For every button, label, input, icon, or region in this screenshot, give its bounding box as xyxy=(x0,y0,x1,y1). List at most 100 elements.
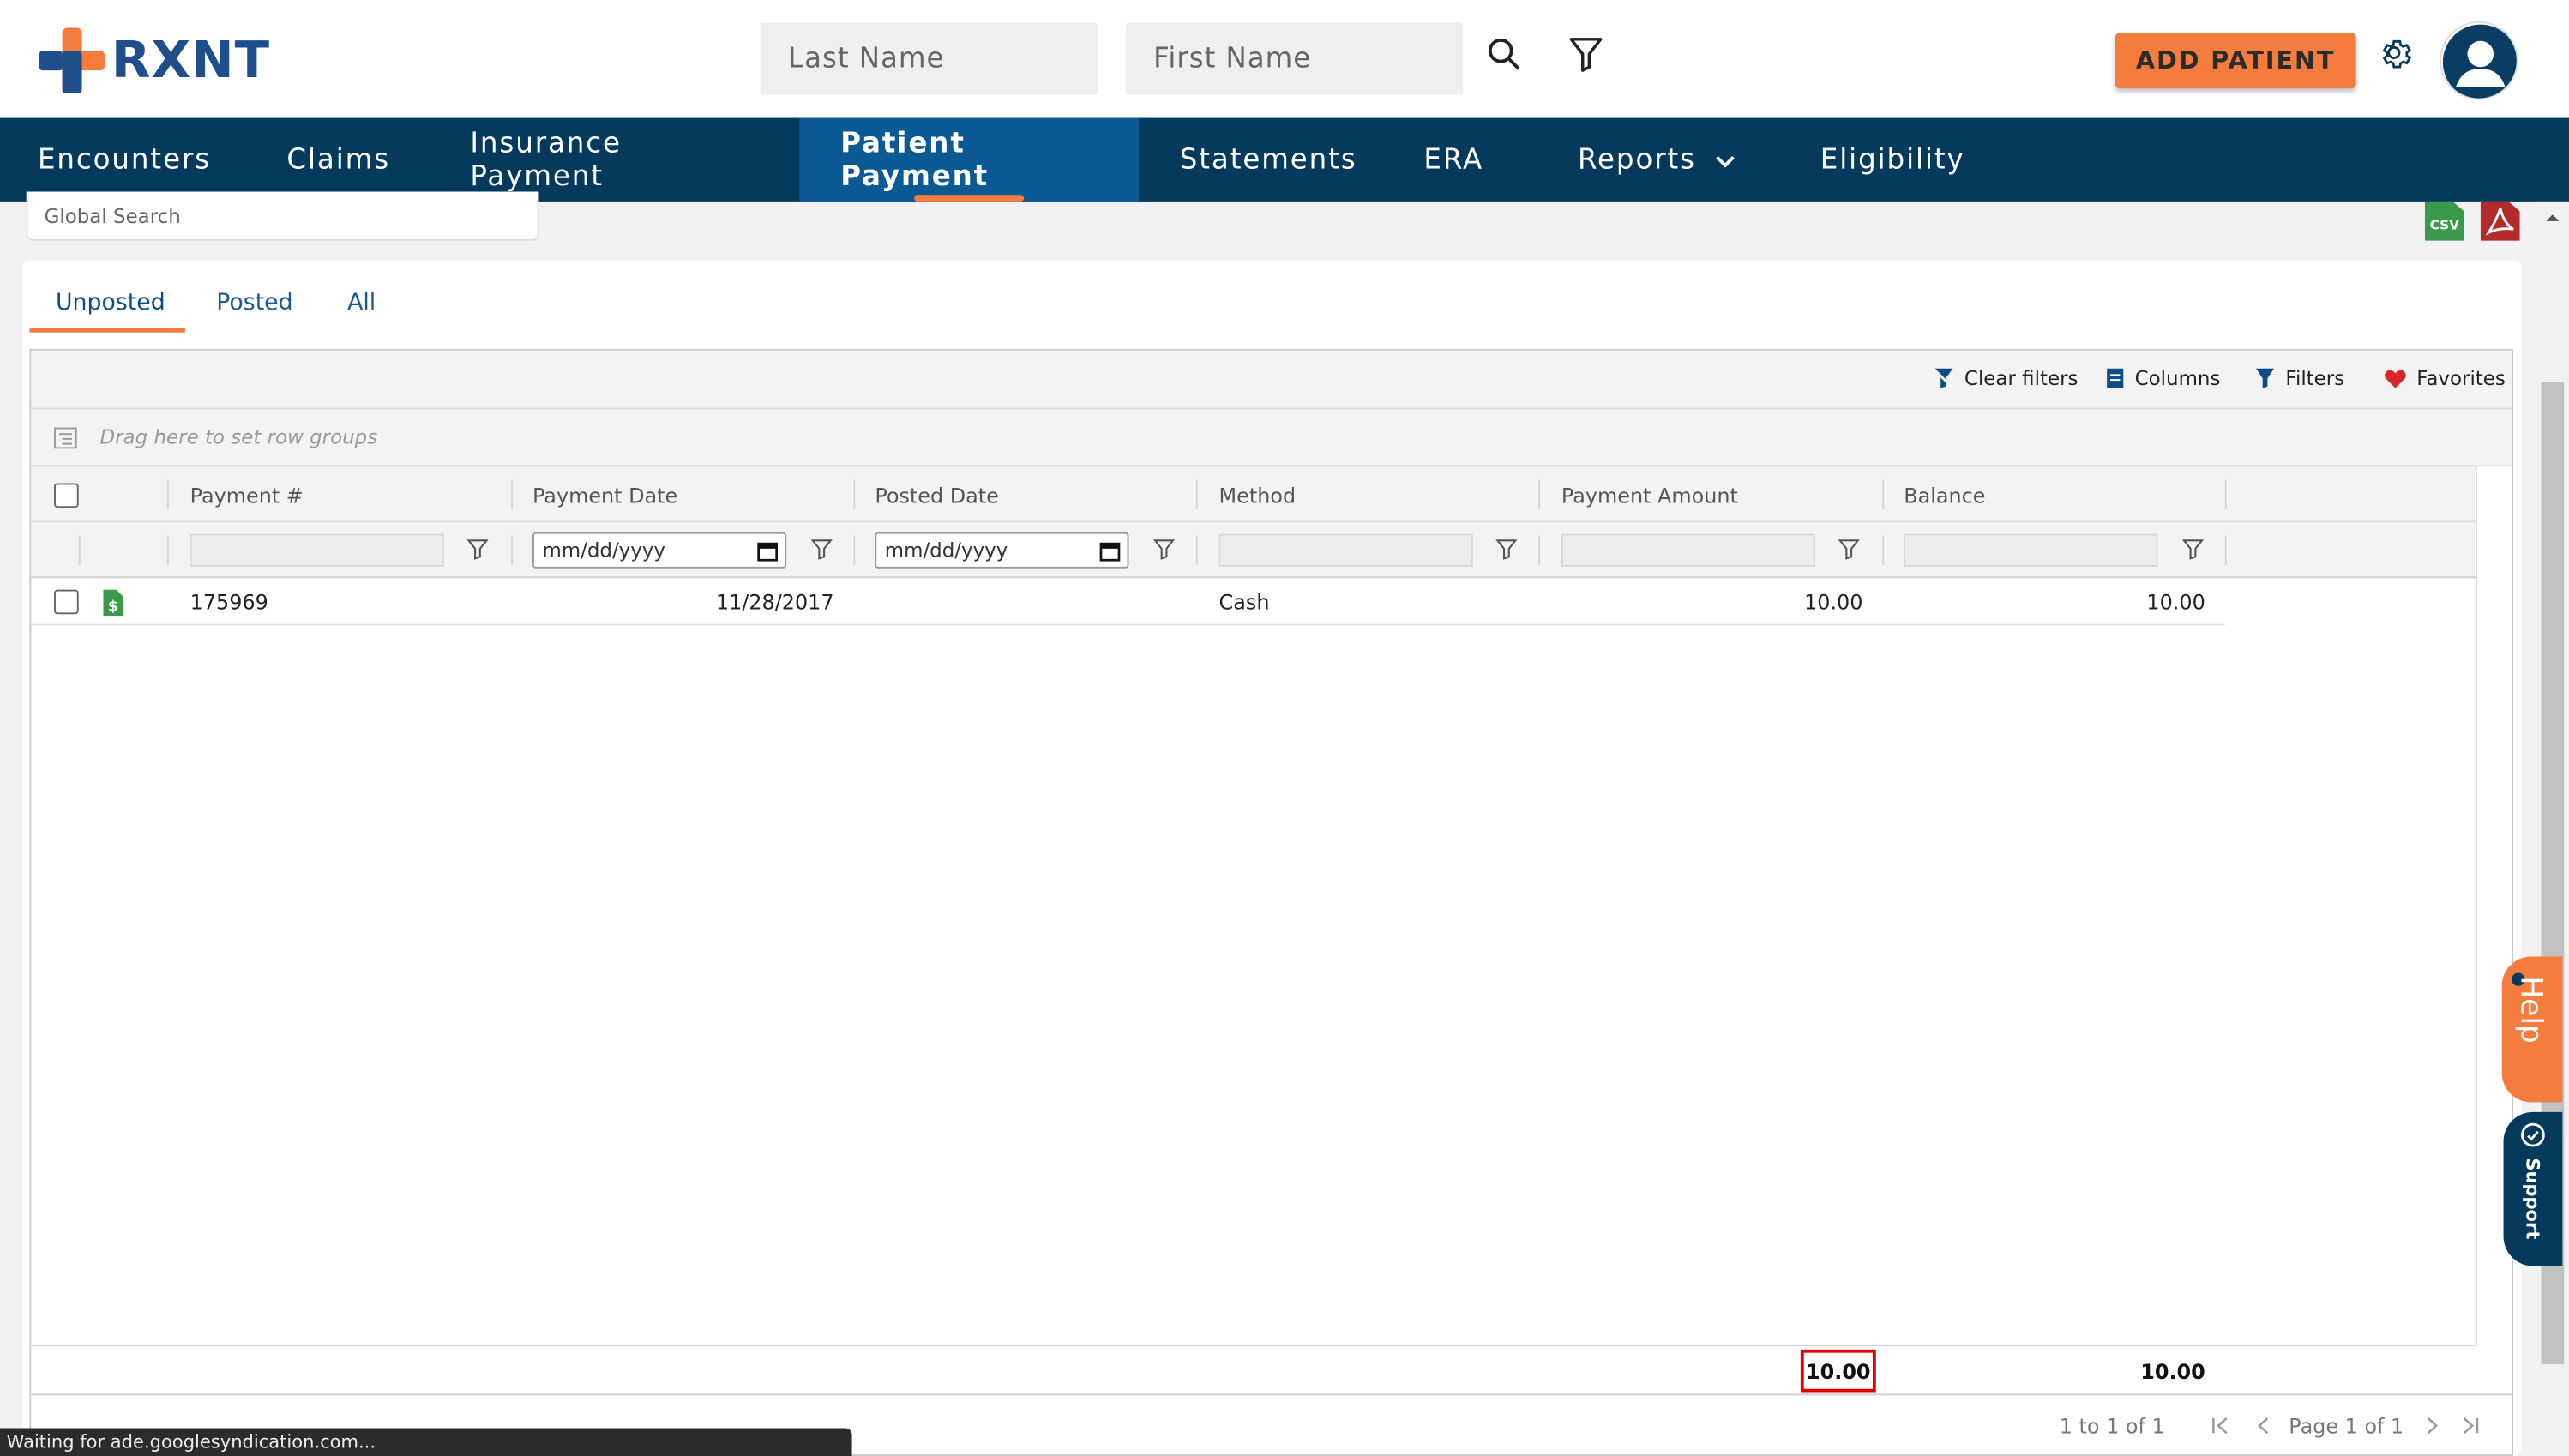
pdf-export-icon[interactable] xyxy=(2480,198,2520,241)
csv-export-icon[interactable]: CSV xyxy=(2424,198,2464,241)
heart-icon xyxy=(2385,369,2406,388)
column-separator xyxy=(166,479,169,510)
last-page-icon[interactable] xyxy=(2461,1417,2481,1435)
nav-label: Eligibility xyxy=(1820,143,1965,177)
nav-claims[interactable]: Claims xyxy=(246,118,430,202)
first-name-input[interactable] xyxy=(1125,22,1464,95)
total-payment-amount[interactable]: 10.00 xyxy=(1800,1349,1876,1393)
nav-eligibility[interactable]: Eligibility xyxy=(1779,118,2025,202)
cell-payment-amount: 10.00 xyxy=(1804,589,1863,615)
support-icon xyxy=(2521,1122,2545,1147)
brand-name: RXNT xyxy=(111,31,271,91)
svg-text:$: $ xyxy=(108,597,118,614)
row-group-icon xyxy=(54,427,77,449)
rxnt-cross-icon xyxy=(39,27,105,93)
col-header-posted-date[interactable]: Posted Date xyxy=(875,466,999,522)
nav-label: Reports xyxy=(1578,143,1696,177)
grid-toolbar: Clear filters Columns Filters Favorites xyxy=(31,350,2512,410)
help-label: Help xyxy=(2513,976,2548,1044)
nav-label: Insurance Payment xyxy=(470,127,622,193)
filters-label: Filters xyxy=(2285,366,2345,390)
column-separator xyxy=(1195,479,1198,510)
column-separator xyxy=(853,535,856,565)
help-tab[interactable]: Help xyxy=(2501,956,2563,1103)
columns-icon xyxy=(2107,368,2124,388)
column-separator xyxy=(1195,535,1198,565)
col-header-payment-amount[interactable]: Payment Amount xyxy=(1561,466,1738,522)
nav-patient-payment[interactable]: Patient Payment xyxy=(799,117,1139,202)
tab-posted[interactable]: Posted xyxy=(216,290,292,316)
nav-label: Patient Payment xyxy=(840,127,990,193)
add-patient-button[interactable]: ADD PATIENT xyxy=(2115,33,2356,89)
nav-insurance-payment[interactable]: Insurance Payment xyxy=(430,118,800,202)
chevron-down-icon xyxy=(1716,143,1736,176)
filter-funnel-icon[interactable] xyxy=(466,538,489,560)
tab-unposted[interactable]: Unposted xyxy=(56,290,165,316)
clear-filters-button[interactable]: Clear filters xyxy=(1932,367,2078,390)
payment-amount-filter-input[interactable] xyxy=(1561,533,1816,567)
global-search-input[interactable] xyxy=(26,191,539,241)
filter-funnel-icon[interactable] xyxy=(1153,538,1175,560)
filter-funnel-icon[interactable] xyxy=(810,538,833,560)
calendar-icon[interactable] xyxy=(1099,540,1121,562)
col-header-payment-date[interactable]: Payment Date xyxy=(532,466,677,522)
column-separator xyxy=(166,535,169,565)
filter-funnel-icon[interactable] xyxy=(1838,538,1860,560)
column-separator xyxy=(511,535,514,565)
select-all-cell[interactable] xyxy=(54,466,79,522)
next-page-icon[interactable] xyxy=(2423,1417,2440,1435)
payment-date-filter-input[interactable]: mm/dd/yyyy xyxy=(532,532,787,569)
column-separator xyxy=(1882,535,1885,565)
total-payment-amount-value: 10.00 xyxy=(1806,1358,1871,1383)
favorites-button[interactable]: Favorites xyxy=(2384,367,2506,390)
column-header-row: Payment # Payment Date Posted Date Metho… xyxy=(31,466,2476,523)
first-page-icon[interactable] xyxy=(2211,1417,2230,1435)
prev-page-icon[interactable] xyxy=(2256,1417,2272,1435)
method-filter-input[interactable] xyxy=(1218,533,1473,567)
nav-reports[interactable]: Reports xyxy=(1537,118,1779,202)
payments-panel: Unposted Posted All Clear filters Column… xyxy=(22,260,2522,1456)
row-select-cell[interactable] xyxy=(54,578,79,625)
filter-funnel-icon[interactable] xyxy=(2182,538,2204,560)
search-icon[interactable] xyxy=(1486,36,1525,75)
select-all-checkbox[interactable] xyxy=(54,482,79,508)
column-separator xyxy=(2224,535,2227,565)
support-label: Support xyxy=(2521,1158,2543,1240)
table-row[interactable]: $ 175969 11/28/2017 Cash 10.00 10.00 xyxy=(31,578,2225,626)
filter-icon[interactable] xyxy=(1569,36,1609,75)
rxnt-logo[interactable]: RXNT xyxy=(39,27,270,93)
cell-method: Cash xyxy=(1218,589,1270,615)
posted-date-filter-input[interactable]: mm/dd/yyyy xyxy=(875,532,1129,569)
filter-funnel-icon[interactable] xyxy=(1495,538,1518,560)
user-avatar[interactable] xyxy=(2440,21,2518,100)
total-balance: 10.00 xyxy=(2140,1358,2205,1383)
columns-button[interactable]: Columns xyxy=(2105,367,2220,390)
payment-no-filter-input[interactable] xyxy=(190,533,444,567)
row-group-drop-zone[interactable]: Drag here to set row groups xyxy=(31,409,2512,467)
pager-range: 1 to 1 of 1 xyxy=(2059,1413,2165,1438)
gear-icon[interactable] xyxy=(2379,38,2418,77)
date-placeholder: mm/dd/yyyy xyxy=(542,538,665,563)
nav-era[interactable]: ERA xyxy=(1383,118,1537,202)
balance-filter-input[interactable] xyxy=(1904,533,2158,567)
cell-payment-date: 11/28/2017 xyxy=(715,589,834,615)
filters-button[interactable]: Filters xyxy=(2254,367,2344,390)
totals-row: 10.00 10.00 xyxy=(31,1345,2476,1394)
last-name-input[interactable] xyxy=(760,22,1098,95)
payment-receipt-icon[interactable]: $ xyxy=(103,578,123,625)
nav-label: Claims xyxy=(286,143,391,177)
nav-statements[interactable]: Statements xyxy=(1139,118,1383,202)
nav-encounters[interactable]: Encounters xyxy=(0,118,246,202)
calendar-icon[interactable] xyxy=(757,540,779,562)
tab-all[interactable]: All xyxy=(347,290,376,316)
column-separator xyxy=(853,479,856,510)
col-header-balance[interactable]: Balance xyxy=(1904,466,1985,522)
col-header-method[interactable]: Method xyxy=(1219,466,1297,522)
col-header-payment-no[interactable]: Payment # xyxy=(190,466,304,522)
page-scrollbar[interactable] xyxy=(2536,201,2569,1456)
row-checkbox[interactable] xyxy=(54,589,79,615)
pager-page: Page 1 of 1 xyxy=(2289,1413,2404,1438)
support-tab[interactable]: Support xyxy=(2503,1111,2563,1266)
date-placeholder: mm/dd/yyyy xyxy=(884,538,1008,563)
app-root: RXNT ADD PATIENT Encounters Claims Insur… xyxy=(0,0,2569,1456)
